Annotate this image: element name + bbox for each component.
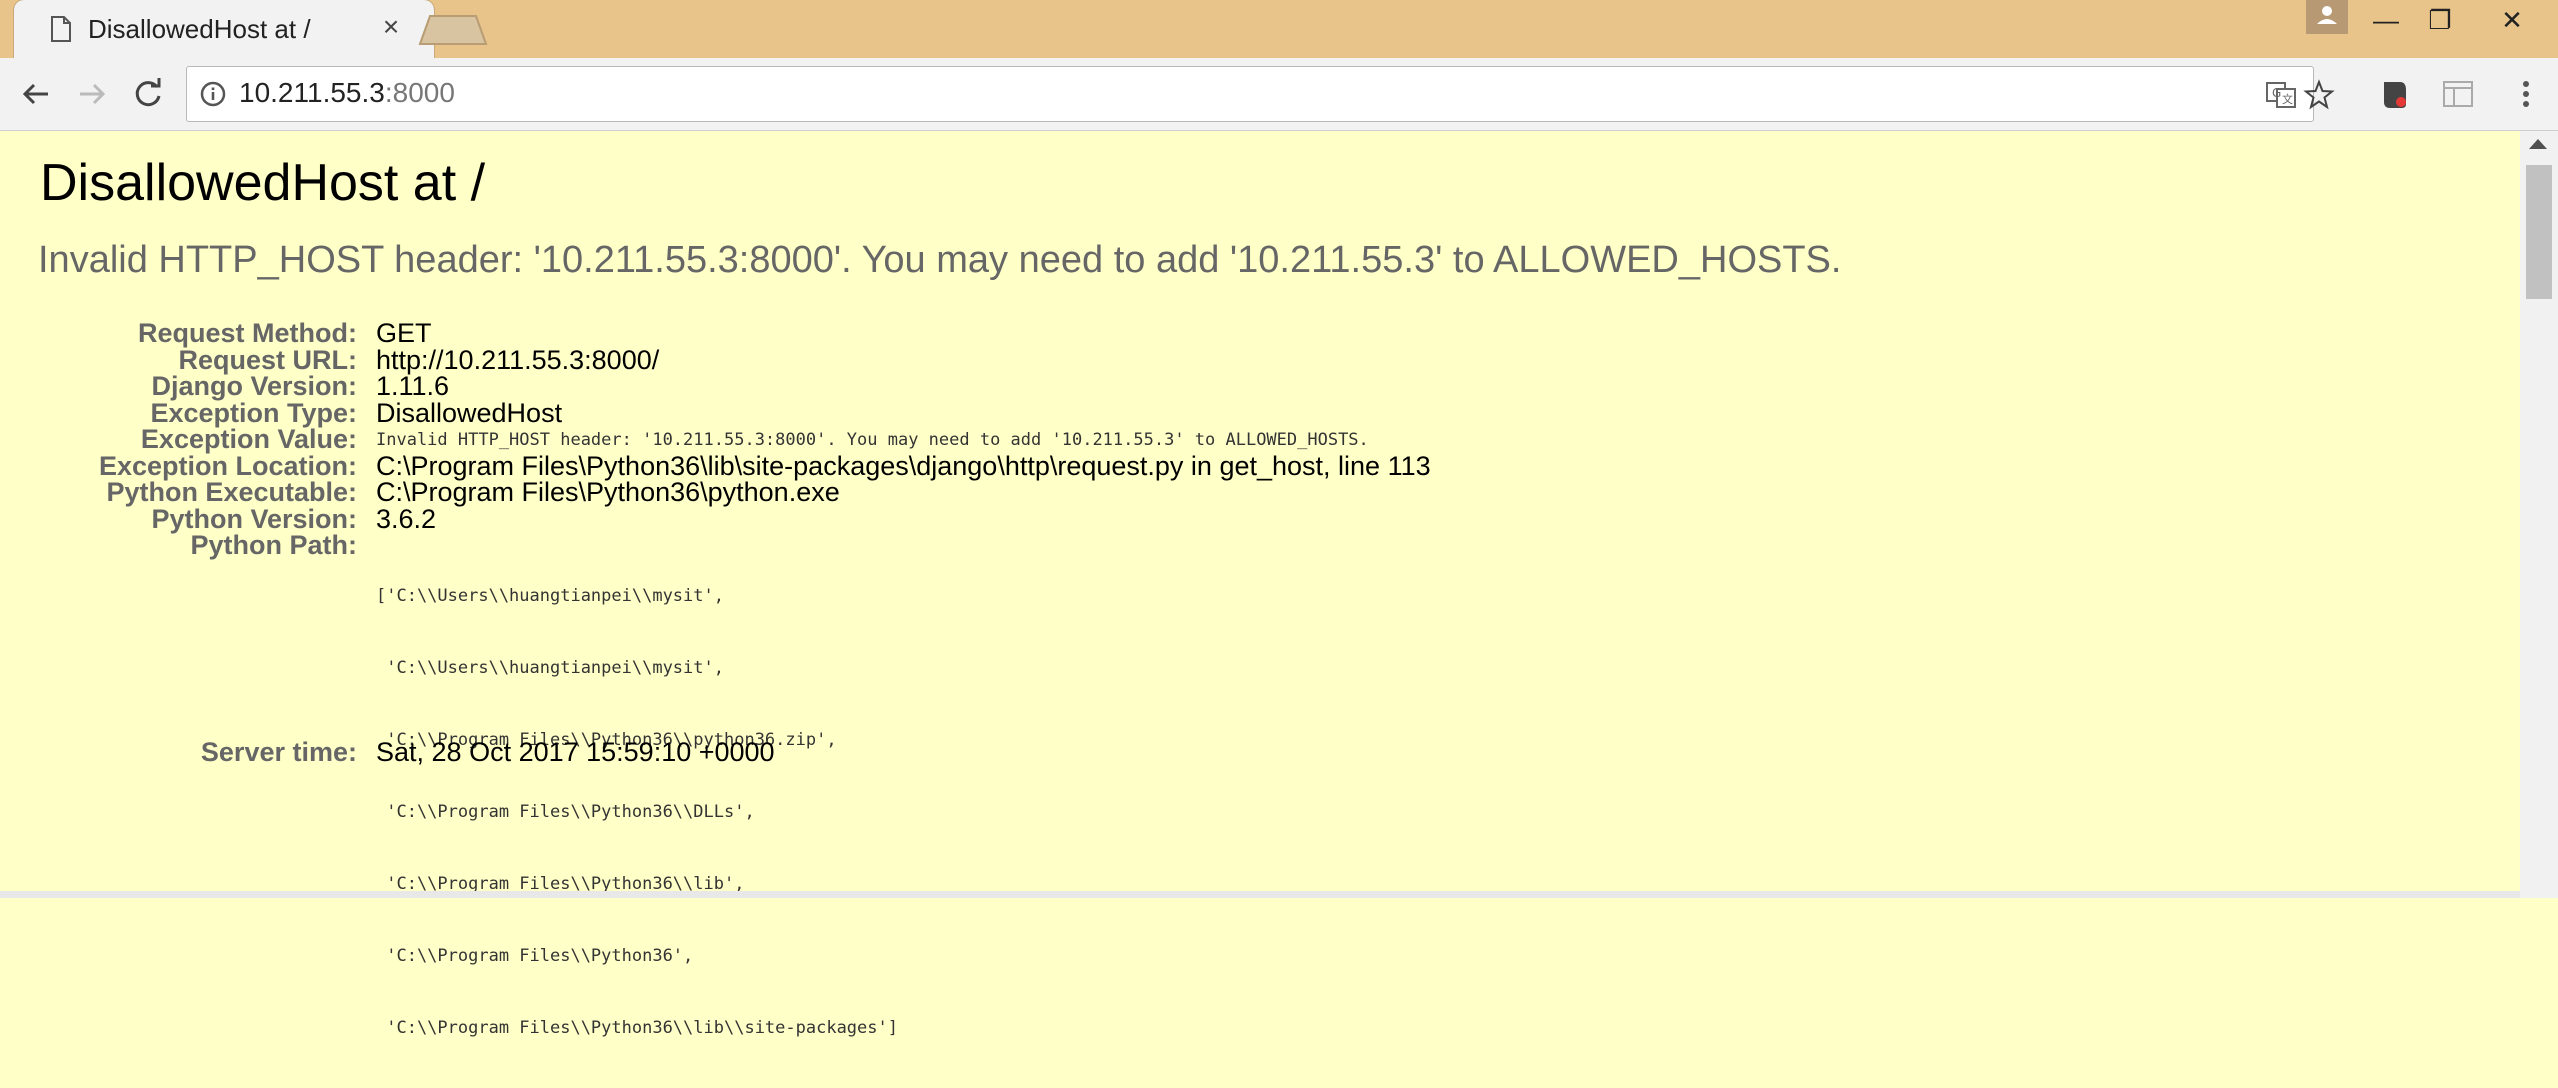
translate-icon[interactable]: G 文 <box>2265 79 2297 111</box>
back-arrow-icon[interactable] <box>14 72 58 116</box>
browser-tab-active[interactable]: DisallowedHost at / × <box>14 0 434 58</box>
vertical-scrollbar[interactable] <box>2520 131 2558 898</box>
reader-mode-icon[interactable] <box>2438 74 2478 114</box>
meta-value: DisallowedHost <box>376 398 563 428</box>
django-error-page: DisallowedHost at / Invalid HTTP_HOST he… <box>0 131 2520 1038</box>
page-icon <box>51 16 71 42</box>
reload-icon[interactable] <box>126 72 170 116</box>
url-text[interactable]: 10.211.55.3:8000 <box>239 77 455 109</box>
url-port: :8000 <box>384 77 455 108</box>
section-divider <box>0 891 2520 898</box>
evernote-extension-icon[interactable] <box>2374 74 2414 114</box>
meta-key: Server time: <box>200 737 357 767</box>
minimize-button[interactable]: — <box>2358 2 2414 38</box>
profile-icon[interactable] <box>2306 0 2348 34</box>
tab-title: DisallowedHost at / <box>88 14 311 44</box>
scrollbar-thumb[interactable] <box>2526 165 2552 299</box>
address-bar[interactable]: 10.211.55.3:8000 G 文 <box>186 66 2335 122</box>
exception-message: Invalid HTTP_HOST header: '10.211.55.3:8… <box>38 239 1842 281</box>
bookmark-star-icon[interactable] <box>2303 79 2335 111</box>
forward-arrow-icon[interactable] <box>70 72 114 116</box>
tab-close-button[interactable]: × <box>376 12 406 42</box>
python-path-entry: 'C:\\Program Files\\Python36\\DLLs', <box>376 802 755 822</box>
page-title: DisallowedHost at / <box>40 154 486 212</box>
site-info-icon[interactable] <box>199 80 227 108</box>
meta-value: C:\Program Files\Python36\python.exe <box>376 477 840 507</box>
python-path-entry: 'C:\\Program Files\\Python36', <box>376 946 694 966</box>
meta-value: Invalid HTTP_HOST header: '10.211.55.3:8… <box>376 430 1369 450</box>
new-tab-button[interactable] <box>418 14 488 46</box>
python-path-entry: 'C:\\Users\\huangtianpei\\mysit', <box>376 658 724 678</box>
meta-value: Sat, 28 Oct 2017 15:59:10 +0000 <box>376 737 775 767</box>
meta-key: Python Path: <box>190 530 358 560</box>
svg-text:G: G <box>2272 86 2281 100</box>
url-host: 10.211.55.3 <box>239 77 385 108</box>
menu-kebab-icon[interactable] <box>2506 74 2546 114</box>
python-path-entry: 'C:\\Program Files\\Python36\\lib\\site-… <box>376 1018 898 1038</box>
scroll-up-arrow-icon[interactable] <box>2529 139 2547 149</box>
browser-toolbar: 10.211.55.3:8000 G 文 <box>0 58 2558 131</box>
python-path-list: ['C:\\Users\\huangtianpei\\mysit', 'C:\\… <box>376 536 898 1088</box>
restore-button[interactable]: ❐ <box>2412 2 2468 38</box>
window-titlebar: DisallowedHost at / × — ❐ ✕ <box>0 0 2558 58</box>
python-path-entry: ['C:\\Users\\huangtianpei\\mysit', <box>376 586 724 606</box>
meta-value: 3.6.2 <box>376 504 437 534</box>
close-window-button[interactable]: ✕ <box>2484 2 2540 38</box>
svg-text:文: 文 <box>2282 92 2293 106</box>
